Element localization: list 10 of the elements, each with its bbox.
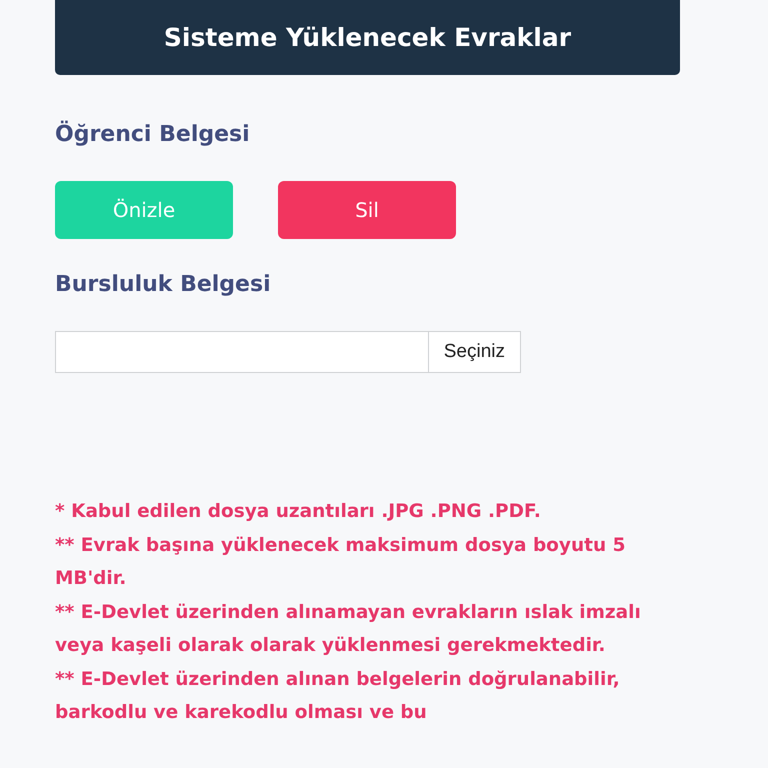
file-input-field[interactable] (55, 331, 428, 373)
note-text: ** Evrak başına yüklenecek maksimum dosya boyutu 5 MB'dir. (55, 534, 626, 591)
note-text: ** E-Devlet üzerinden alınamayan evrakların ıslak imzalı veya kaşeli olarak olarak yüklenmesi gerekmektedir. (55, 600, 642, 658)
choose-file-button[interactable]: Seçiniz (428, 331, 521, 373)
delete-button[interactable]: Sil (278, 181, 456, 239)
note-text: * Kabul edilen dosya uzantıları .JPG .PNG .PDF. (55, 500, 542, 524)
document-title: Bursluluk Belgesi (55, 271, 272, 299)
document-title: Öğrenci Belgesi (55, 121, 251, 149)
header-title: Sisteme Yüklenecek Evraklar (164, 23, 572, 52)
note-text: ** E-Devlet üzerinden alınan belgelerin doğrulanabilir, barkodlu ve karekodlu olması ve bu (55, 668, 621, 725)
